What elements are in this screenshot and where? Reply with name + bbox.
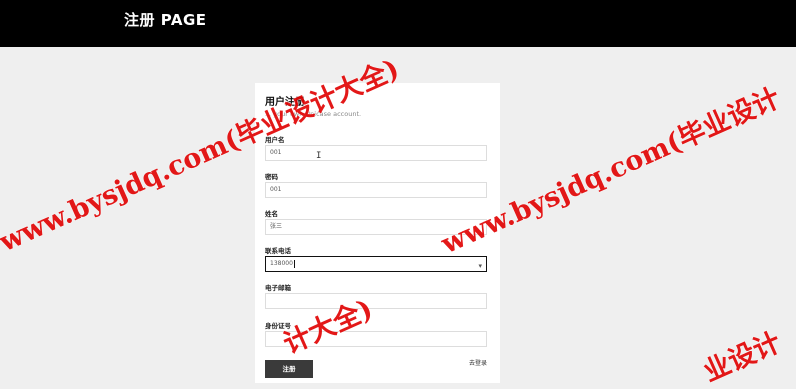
phone-label: 联系电话 bbox=[265, 247, 291, 255]
top-bar: 注册 PAGE bbox=[0, 0, 796, 47]
watermark-text-corner: 业设计 bbox=[698, 326, 786, 389]
username-field[interactable]: 001 bbox=[265, 145, 487, 161]
email-field[interactable] bbox=[265, 293, 487, 309]
text-caret-icon bbox=[293, 259, 295, 268]
email-label: 电子邮箱 bbox=[265, 284, 291, 292]
password-field[interactable]: 001 bbox=[265, 182, 487, 198]
password-label: 密码 bbox=[265, 173, 278, 181]
phone-value: 138000 bbox=[270, 260, 293, 267]
chevron-down-icon: ▾ bbox=[478, 262, 482, 270]
name-label: 姓名 bbox=[265, 210, 278, 218]
register-button[interactable]: 注册 bbox=[265, 360, 313, 378]
text-cursor-icon: I bbox=[316, 151, 322, 161]
page-title: 注册 PAGE bbox=[124, 11, 207, 29]
login-link[interactable]: 去登录 bbox=[469, 358, 487, 367]
